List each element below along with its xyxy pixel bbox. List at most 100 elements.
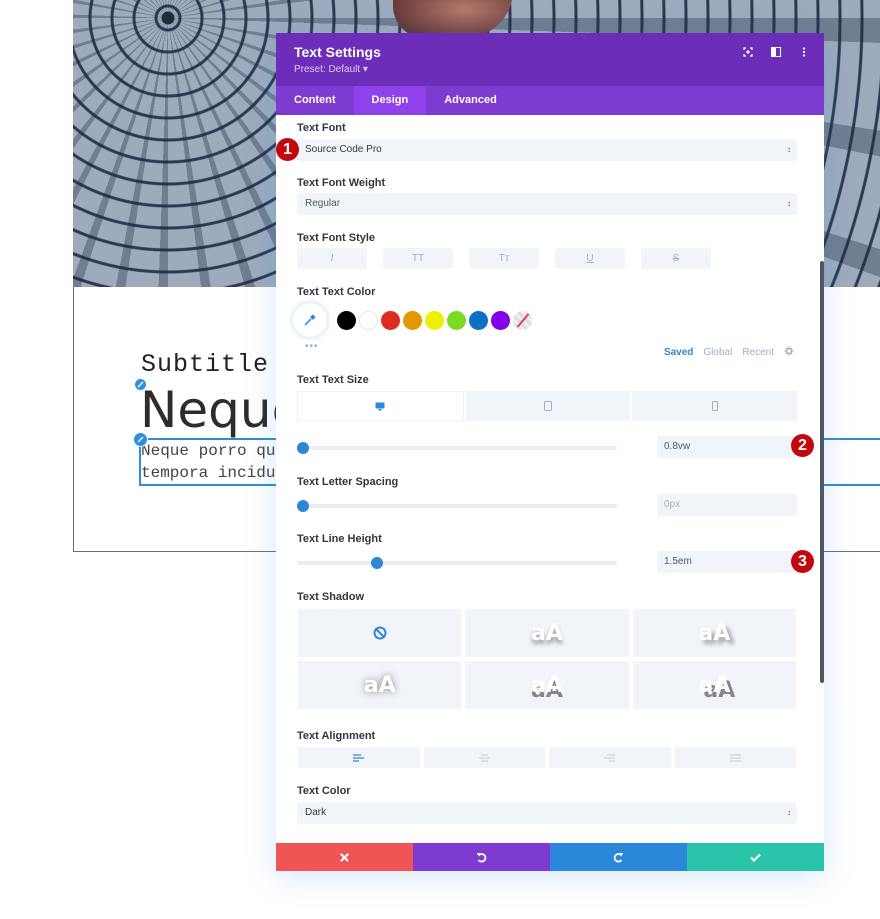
align-left-button[interactable] bbox=[298, 747, 420, 768]
swatch-blue[interactable] bbox=[469, 310, 488, 330]
color-picker-button[interactable] bbox=[293, 303, 327, 337]
undo-icon bbox=[476, 852, 487, 862]
swatch-yellow[interactable] bbox=[425, 310, 444, 330]
edit-text-module-button[interactable] bbox=[133, 432, 148, 447]
palette-tab-saved[interactable]: Saved bbox=[664, 347, 693, 358]
text-font-weight-value: Regular bbox=[305, 198, 341, 209]
text-color-value: Dark bbox=[305, 807, 327, 818]
focus-icon[interactable] bbox=[742, 46, 754, 58]
swatch-purple[interactable] bbox=[491, 310, 510, 330]
color-swatches bbox=[293, 303, 535, 337]
page: Subtitle Neque Neque porro qui ur, ad te… bbox=[0, 0, 880, 919]
swatch-white[interactable] bbox=[359, 310, 378, 330]
align-justify-button[interactable] bbox=[674, 747, 796, 768]
save-button[interactable] bbox=[687, 843, 824, 871]
palette-tab-recent[interactable]: Recent bbox=[742, 347, 774, 358]
shadow-option-none[interactable] bbox=[298, 609, 462, 657]
header-icons bbox=[742, 46, 810, 58]
shadow-option-5[interactable]: aA bbox=[632, 661, 796, 709]
shadow-option-2[interactable]: aA bbox=[632, 609, 796, 657]
more-colors-button[interactable]: ••• bbox=[305, 341, 319, 352]
letter-spacing-slider-handle[interactable] bbox=[297, 500, 310, 512]
swatch-black[interactable] bbox=[337, 310, 356, 330]
tab-advanced[interactable]: Advanced bbox=[426, 86, 515, 115]
line-height-input[interactable]: 1.5em bbox=[657, 551, 797, 573]
text-shadow-options: aA aA aA aA aA bbox=[298, 609, 796, 709]
text-size-slider-handle[interactable] bbox=[297, 442, 310, 454]
module-subtitle: Subtitle bbox=[141, 350, 270, 379]
palette-tab-global[interactable]: Global bbox=[703, 347, 732, 358]
text-letter-spacing-label: Text Letter Spacing bbox=[297, 476, 399, 488]
no-shadow-icon bbox=[373, 626, 387, 640]
text-shadow-label: Text Shadow bbox=[297, 591, 365, 603]
panel-header: Text Settings Preset: Default ▾ bbox=[276, 33, 824, 86]
panel-tabs: Content Design Advanced bbox=[276, 86, 824, 115]
tab-content[interactable]: Content bbox=[276, 86, 354, 115]
tab-design[interactable]: Design bbox=[353, 86, 427, 115]
tablet-icon bbox=[544, 401, 552, 411]
align-center-button[interactable] bbox=[423, 747, 545, 768]
responsive-device-tabs bbox=[297, 391, 798, 421]
color-palette-tabs: Saved Global Recent bbox=[664, 346, 794, 359]
annotation-badge-3: 3 bbox=[791, 550, 814, 573]
text-font-label: Text Font bbox=[297, 122, 346, 134]
swatch-none[interactable] bbox=[513, 310, 532, 330]
letter-spacing-input[interactable]: 0px bbox=[657, 494, 797, 516]
more-options-icon[interactable] bbox=[798, 46, 810, 58]
panel-title: Text Settings bbox=[294, 44, 381, 60]
align-right-icon bbox=[604, 753, 616, 762]
redo-button[interactable] bbox=[550, 843, 687, 871]
text-font-select[interactable]: Source Code Pro ↕ bbox=[297, 139, 797, 161]
strikethrough-button[interactable]: S bbox=[641, 248, 711, 269]
swatch-green[interactable] bbox=[447, 310, 466, 330]
align-justify-icon bbox=[729, 753, 741, 762]
annotation-badge-2: 2 bbox=[791, 434, 814, 457]
text-font-weight-label: Text Font Weight bbox=[297, 177, 386, 189]
font-style-buttons: I TT Tᴛ U S bbox=[297, 248, 711, 269]
panel-footer bbox=[276, 843, 824, 871]
align-center-icon bbox=[478, 753, 490, 762]
shadow-option-4[interactable]: aA bbox=[465, 661, 629, 709]
shadow-option-3[interactable]: aA bbox=[298, 661, 462, 709]
text-settings-panel: Text Settings Preset: Default ▾ Content … bbox=[276, 33, 824, 871]
split-view-icon[interactable] bbox=[770, 46, 782, 58]
text-color-select[interactable]: Dark ↕ bbox=[297, 802, 797, 824]
text-font-value: Source Code Pro bbox=[305, 144, 382, 155]
underline-button[interactable]: U bbox=[555, 248, 625, 269]
swatch-orange[interactable] bbox=[403, 310, 422, 330]
undo-button[interactable] bbox=[413, 843, 550, 871]
discard-button[interactable] bbox=[276, 843, 413, 871]
panel-scrollbar[interactable] bbox=[820, 261, 824, 683]
select-arrows-icon: ↕ bbox=[787, 145, 791, 154]
line-height-slider-handle[interactable] bbox=[371, 557, 383, 569]
device-tab-desktop[interactable] bbox=[297, 391, 464, 421]
text-size-slider[interactable] bbox=[297, 442, 617, 454]
text-color-label: Text Color bbox=[297, 785, 351, 797]
pencil-icon bbox=[137, 436, 144, 443]
capitalize-button[interactable]: Tᴛ bbox=[469, 248, 539, 269]
shadow-option-1[interactable]: aA bbox=[465, 609, 629, 657]
text-size-input[interactable]: 0.8vw bbox=[657, 436, 797, 458]
align-left-icon bbox=[353, 753, 365, 762]
eyedropper-icon bbox=[304, 314, 316, 326]
phone-icon bbox=[711, 401, 718, 411]
device-tab-phone[interactable] bbox=[632, 391, 798, 421]
italic-button[interactable]: I bbox=[297, 248, 367, 269]
text-text-color-label: Text Text Color bbox=[297, 286, 376, 298]
letter-spacing-slider[interactable] bbox=[297, 500, 617, 512]
text-font-style-label: Text Font Style bbox=[297, 232, 376, 244]
uppercase-button[interactable]: TT bbox=[383, 248, 453, 269]
redo-icon bbox=[613, 852, 624, 862]
line-height-slider[interactable] bbox=[297, 557, 617, 569]
checkmark-icon bbox=[750, 853, 761, 862]
preset-dropdown[interactable]: Preset: Default ▾ bbox=[294, 64, 806, 75]
body-line-2: tempora incidur bbox=[141, 464, 286, 482]
close-icon bbox=[340, 852, 349, 862]
gear-icon[interactable] bbox=[784, 346, 794, 359]
text-alignment-options bbox=[298, 747, 796, 768]
panel-body: Text Font Source Code Pro ↕ Text Font We… bbox=[276, 115, 824, 842]
align-right-button[interactable] bbox=[549, 747, 671, 768]
device-tab-tablet[interactable] bbox=[465, 391, 631, 421]
swatch-red[interactable] bbox=[381, 310, 400, 330]
text-font-weight-select[interactable]: Regular ↕ bbox=[297, 193, 797, 215]
